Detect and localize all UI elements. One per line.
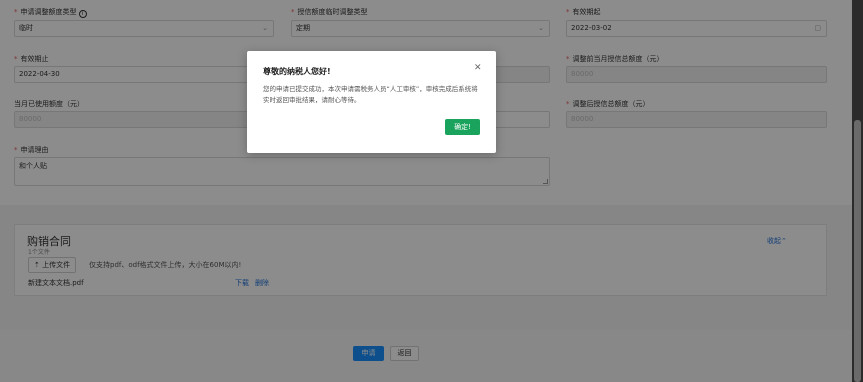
confirm-button[interactable]: 确定! — [445, 119, 480, 135]
success-dialog: 尊敬的纳税人您好! ✕ 您的申请已提交成功，本次申请需税务人员“人工审核”，审核… — [247, 51, 496, 153]
dialog-message: 您的申请已提交成功，本次申请需税务人员“人工审核”，审核完成后系统将实时返回审批… — [263, 85, 478, 104]
scrollbar-thumb[interactable] — [854, 120, 861, 382]
dialog-title: 尊敬的纳税人您好! — [263, 67, 331, 76]
close-icon[interactable]: ✕ — [474, 63, 482, 73]
